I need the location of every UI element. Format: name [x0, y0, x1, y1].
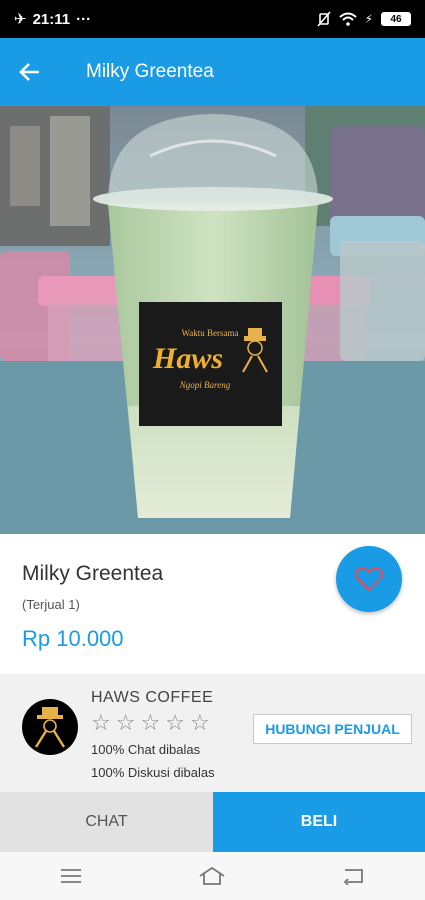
cup-logo-brand: Haws: [152, 342, 223, 375]
seller-name: HAWS COFFEE: [91, 689, 214, 706]
menu-nav-button[interactable]: [41, 852, 101, 900]
product-info: Milky Greentea (Terjual 1) Rp 10.000: [0, 534, 425, 674]
seller-logo-icon: [34, 707, 66, 748]
status-bar: ✈ 21:11 ··· ⚡ 46: [0, 0, 425, 38]
notification-dots: ···: [76, 10, 92, 28]
discussion-reply-rate: 100% Diskusi dibalas: [91, 765, 215, 780]
product-name: Milky Greentea: [22, 562, 164, 585]
status-time: 21:11: [32, 10, 71, 28]
star-icon: ☆: [189, 710, 210, 735]
chat-reply-rate: 100% Chat dibalas: [91, 742, 201, 757]
star-icon: ☆: [140, 710, 161, 735]
page-title: Milky Greentea: [86, 61, 214, 82]
heart-icon: [355, 567, 383, 592]
product-price: Rp 10.000: [22, 626, 124, 651]
back-arrow-icon: [19, 63, 39, 81]
contact-seller-button[interactable]: HUBUNGI PENJUAL: [253, 714, 412, 744]
status-left: ✈ 21:11 ···: [14, 10, 92, 29]
back-nav-button[interactable]: [324, 852, 384, 900]
star-icon: ☆: [165, 710, 185, 735]
seller-avatar[interactable]: [22, 699, 78, 755]
seller-rating: ☆ ☆ ☆ ☆ ☆: [91, 710, 210, 736]
sold-count: (Terjual 1): [22, 597, 80, 612]
system-nav-bar: [0, 852, 425, 900]
seller-card: HAWS COFFEE ☆ ☆ ☆ ☆ ☆ 100% Chat dibalas …: [0, 674, 425, 792]
favorite-button[interactable]: [336, 546, 402, 612]
battery-level: 46: [381, 12, 411, 26]
cup-logo-bottom-text: Ngopi Bareng: [179, 380, 231, 390]
return-icon: [343, 869, 364, 885]
mute-icon: [316, 11, 331, 27]
cup-logo-top-text: Waktu Bersama: [181, 328, 238, 338]
bottom-actions: CHAT BELI: [0, 792, 425, 852]
charging-icon: ⚡: [364, 12, 373, 26]
home-nav-button[interactable]: [182, 852, 242, 900]
app-bar: Milky Greentea: [0, 38, 425, 106]
status-right: ⚡ 46: [316, 11, 411, 27]
product-image[interactable]: Waktu Bersama Haws Ngopi Bareng: [0, 106, 425, 534]
menu-icon: [60, 869, 81, 883]
wifi-icon: [338, 12, 357, 26]
back-button[interactable]: [0, 38, 60, 106]
buy-button[interactable]: BELI: [213, 792, 425, 852]
star-icon: ☆: [115, 710, 136, 735]
chat-button[interactable]: CHAT: [0, 792, 213, 852]
star-icon: ☆: [91, 710, 111, 735]
airplane-icon: ✈: [14, 11, 27, 28]
home-icon: [199, 866, 225, 885]
